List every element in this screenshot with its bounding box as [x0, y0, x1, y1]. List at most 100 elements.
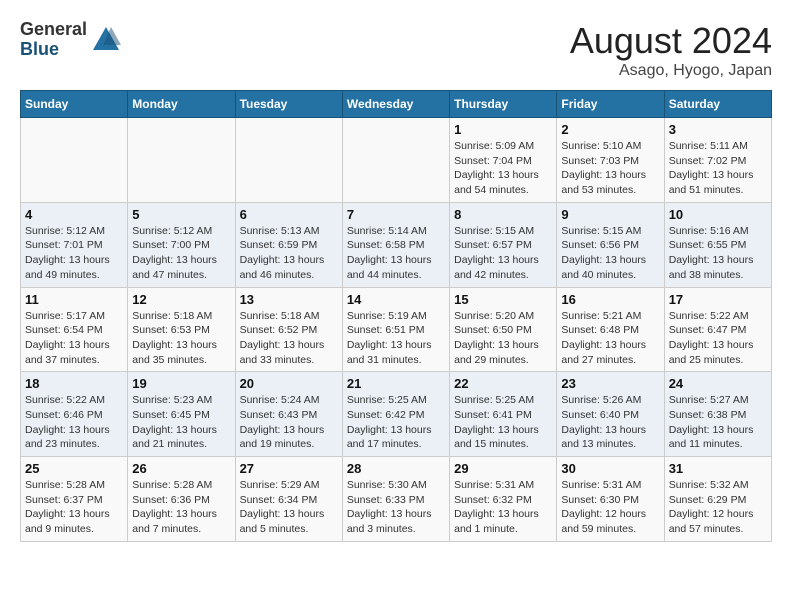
week-row-1: 1Sunrise: 5:09 AM Sunset: 7:04 PM Daylig… — [21, 118, 772, 203]
week-row-5: 25Sunrise: 5:28 AM Sunset: 6:37 PM Dayli… — [21, 457, 772, 542]
day-number: 6 — [240, 207, 338, 222]
day-cell: 15 Sunrise: 5:20 AM Sunset: 6:50 PM Dayli… — [450, 287, 557, 372]
logo-blue-text: Blue — [20, 40, 87, 60]
calendar-table: SundayMondayTuesdayWednesdayThursdayFrid… — [20, 90, 772, 542]
column-header-tuesday: Tuesday — [235, 91, 342, 118]
day-number: 14 — [347, 292, 445, 307]
month-title: August 2024 — [570, 20, 772, 62]
day-info: Sunrise: 5:18 AM Sunset: 6:52 PM Dayligh… — [240, 309, 338, 368]
day-info: Sunrise: 5:22 AM Sunset: 6:47 PM Dayligh… — [669, 309, 767, 368]
day-cell: 25Sunrise: 5:28 AM Sunset: 6:37 PM Dayli… — [21, 457, 128, 542]
day-cell: 26Sunrise: 5:28 AM Sunset: 6:36 PM Dayli… — [128, 457, 235, 542]
day-number: 2 — [561, 122, 659, 137]
day-info: Sunrise: 5:22 AM Sunset: 6:46 PM Dayligh… — [25, 393, 123, 452]
day-info: Sunrise: 5:13 AM Sunset: 6:59 PM Dayligh… — [240, 224, 338, 283]
day-cell: 11 Sunrise: 5:17 AM Sunset: 6:54 PM Dayli… — [21, 287, 128, 372]
day-number: 21 — [347, 376, 445, 391]
day-info: Sunrise: 5:17 AM Sunset: 6:54 PM Dayligh… — [25, 309, 123, 368]
day-cell: 30Sunrise: 5:31 AM Sunset: 6:30 PM Dayli… — [557, 457, 664, 542]
day-cell: 8Sunrise: 5:15 AM Sunset: 6:57 PM Daylig… — [450, 202, 557, 287]
day-number: 28 — [347, 461, 445, 476]
day-info: Sunrise: 5:19 AM Sunset: 6:51 PM Dayligh… — [347, 309, 445, 368]
column-header-thursday: Thursday — [450, 91, 557, 118]
logo: General Blue — [20, 20, 121, 60]
day-cell: 12Sunrise: 5:18 AM Sunset: 6:53 PM Dayli… — [128, 287, 235, 372]
day-cell: 7 Sunrise: 5:14 AM Sunset: 6:58 PM Daylig… — [342, 202, 449, 287]
column-header-monday: Monday — [128, 91, 235, 118]
day-info: Sunrise: 5:27 AM Sunset: 6:38 PM Dayligh… — [669, 393, 767, 452]
day-info: Sunrise: 5:15 AM Sunset: 6:57 PM Dayligh… — [454, 224, 552, 283]
day-info: Sunrise: 5:12 AM Sunset: 7:00 PM Dayligh… — [132, 224, 230, 283]
location: Asago, Hyogo, Japan — [570, 62, 772, 80]
day-cell: 31 Sunrise: 5:32 AM Sunset: 6:29 PM Dayli… — [664, 457, 771, 542]
day-info: Sunrise: 5:30 AM Sunset: 6:33 PM Dayligh… — [347, 478, 445, 537]
day-number: 17 — [669, 292, 767, 307]
day-number: 7 — [347, 207, 445, 222]
day-info: Sunrise: 5:28 AM Sunset: 6:37 PM Dayligh… — [25, 478, 123, 537]
day-info: Sunrise: 5:31 AM Sunset: 6:30 PM Dayligh… — [561, 478, 659, 537]
day-cell: 27Sunrise: 5:29 AM Sunset: 6:34 PM Dayli… — [235, 457, 342, 542]
day-info: Sunrise: 5:23 AM Sunset: 6:45 PM Dayligh… — [132, 393, 230, 452]
day-info: Sunrise: 5:25 AM Sunset: 6:42 PM Dayligh… — [347, 393, 445, 452]
day-cell: 20 Sunrise: 5:24 AM Sunset: 6:43 PM Dayli… — [235, 372, 342, 457]
week-row-2: 4 Sunrise: 5:12 AM Sunset: 7:01 PM Daylig… — [21, 202, 772, 287]
day-number: 19 — [132, 376, 230, 391]
day-cell: 21 Sunrise: 5:25 AM Sunset: 6:42 PM Dayli… — [342, 372, 449, 457]
week-row-4: 18 Sunrise: 5:22 AM Sunset: 6:46 PM Dayli… — [21, 372, 772, 457]
day-info: Sunrise: 5:10 AM Sunset: 7:03 PM Dayligh… — [561, 139, 659, 198]
day-cell: 1Sunrise: 5:09 AM Sunset: 7:04 PM Daylig… — [450, 118, 557, 203]
day-info: Sunrise: 5:11 AM Sunset: 7:02 PM Dayligh… — [669, 139, 767, 198]
day-number: 22 — [454, 376, 552, 391]
day-cell: 13 Sunrise: 5:18 AM Sunset: 6:52 PM Dayli… — [235, 287, 342, 372]
day-cell: 10 Sunrise: 5:16 AM Sunset: 6:55 PM Dayli… — [664, 202, 771, 287]
day-number: 31 — [669, 461, 767, 476]
day-number: 16 — [561, 292, 659, 307]
day-cell: 5 Sunrise: 5:12 AM Sunset: 7:00 PM Daylig… — [128, 202, 235, 287]
day-info: Sunrise: 5:16 AM Sunset: 6:55 PM Dayligh… — [669, 224, 767, 283]
day-cell: 18 Sunrise: 5:22 AM Sunset: 6:46 PM Dayli… — [21, 372, 128, 457]
day-info: Sunrise: 5:24 AM Sunset: 6:43 PM Dayligh… — [240, 393, 338, 452]
day-cell: 29 Sunrise: 5:31 AM Sunset: 6:32 PM Dayli… — [450, 457, 557, 542]
day-number: 4 — [25, 207, 123, 222]
day-number: 12 — [132, 292, 230, 307]
day-number: 26 — [132, 461, 230, 476]
day-cell — [21, 118, 128, 203]
logo-general-text: General — [20, 20, 87, 40]
day-info: Sunrise: 5:21 AM Sunset: 6:48 PM Dayligh… — [561, 309, 659, 368]
day-number: 15 — [454, 292, 552, 307]
day-number: 27 — [240, 461, 338, 476]
day-info: Sunrise: 5:12 AM Sunset: 7:01 PM Dayligh… — [25, 224, 123, 283]
day-cell: 24Sunrise: 5:27 AM Sunset: 6:38 PM Dayli… — [664, 372, 771, 457]
day-cell: 16 Sunrise: 5:21 AM Sunset: 6:48 PM Dayli… — [557, 287, 664, 372]
day-info: Sunrise: 5:15 AM Sunset: 6:56 PM Dayligh… — [561, 224, 659, 283]
calendar-header: SundayMondayTuesdayWednesdayThursdayFrid… — [21, 91, 772, 118]
day-info: Sunrise: 5:31 AM Sunset: 6:32 PM Dayligh… — [454, 478, 552, 537]
day-info: Sunrise: 5:26 AM Sunset: 6:40 PM Dayligh… — [561, 393, 659, 452]
day-number: 10 — [669, 207, 767, 222]
day-info: Sunrise: 5:32 AM Sunset: 6:29 PM Dayligh… — [669, 478, 767, 537]
day-info: Sunrise: 5:25 AM Sunset: 6:41 PM Dayligh… — [454, 393, 552, 452]
header-row: SundayMondayTuesdayWednesdayThursdayFrid… — [21, 91, 772, 118]
day-info: Sunrise: 5:14 AM Sunset: 6:58 PM Dayligh… — [347, 224, 445, 283]
day-cell: 3 Sunrise: 5:11 AM Sunset: 7:02 PM Daylig… — [664, 118, 771, 203]
week-row-3: 11 Sunrise: 5:17 AM Sunset: 6:54 PM Dayli… — [21, 287, 772, 372]
calendar-body: 1Sunrise: 5:09 AM Sunset: 7:04 PM Daylig… — [21, 118, 772, 542]
column-header-wednesday: Wednesday — [342, 91, 449, 118]
day-cell: 17 Sunrise: 5:22 AM Sunset: 6:47 PM Dayli… — [664, 287, 771, 372]
day-number: 3 — [669, 122, 767, 137]
day-cell — [342, 118, 449, 203]
day-number: 11 — [25, 292, 123, 307]
day-cell: 6 Sunrise: 5:13 AM Sunset: 6:59 PM Daylig… — [235, 202, 342, 287]
day-number: 9 — [561, 207, 659, 222]
day-cell: 9 Sunrise: 5:15 AM Sunset: 6:56 PM Daylig… — [557, 202, 664, 287]
day-number: 13 — [240, 292, 338, 307]
day-info: Sunrise: 5:20 AM Sunset: 6:50 PM Dayligh… — [454, 309, 552, 368]
day-info: Sunrise: 5:09 AM Sunset: 7:04 PM Dayligh… — [454, 139, 552, 198]
day-number: 29 — [454, 461, 552, 476]
day-cell — [128, 118, 235, 203]
day-number: 20 — [240, 376, 338, 391]
logo-icon — [91, 25, 121, 55]
day-cell — [235, 118, 342, 203]
day-number: 18 — [25, 376, 123, 391]
day-number: 5 — [132, 207, 230, 222]
